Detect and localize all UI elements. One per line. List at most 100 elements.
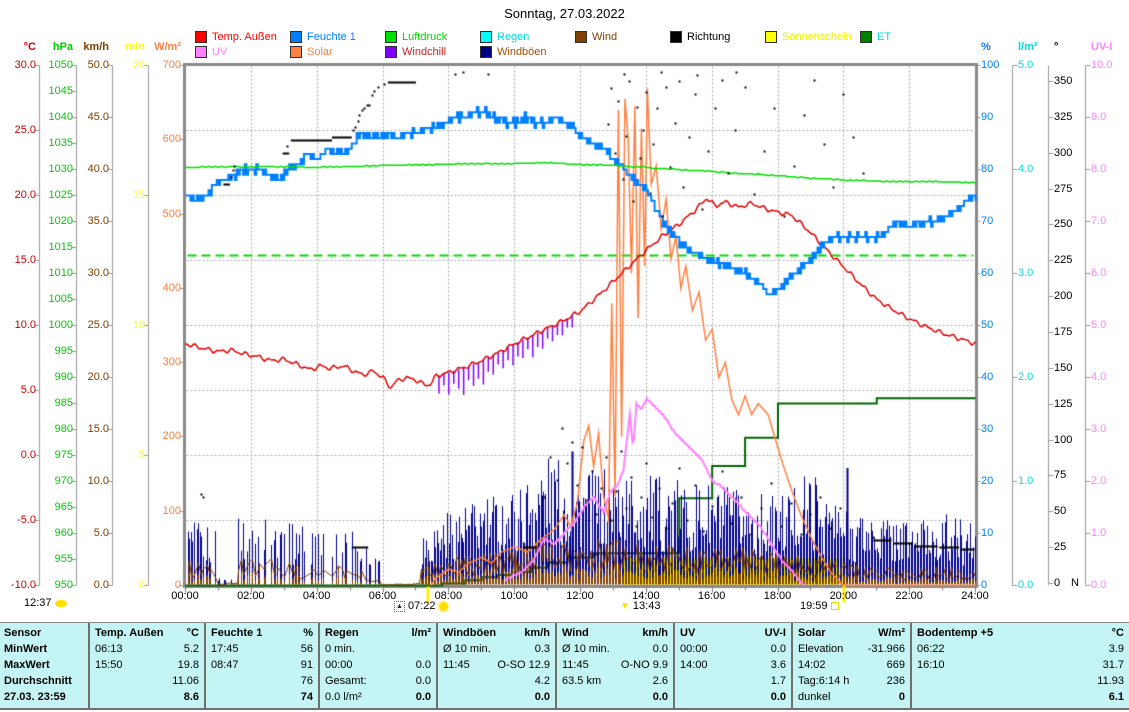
tick-label: 50 <box>981 319 993 331</box>
legend-color-swatch <box>480 46 492 58</box>
stat-time-label: Gesamt: <box>325 675 367 687</box>
stat-time-label: 14:00 <box>680 659 708 671</box>
tick-label: 25.0 <box>0 124 36 136</box>
stats-column-uv: UVUV-I00:000.014:003.61.70.0 <box>673 623 791 708</box>
stat-row-cur: 8.6 <box>90 689 204 705</box>
legend-item-label: Temp. Außen <box>212 31 277 43</box>
tick-label: 250 <box>1054 218 1072 230</box>
moonrise-annotation: 12:37 <box>24 597 67 609</box>
stat-row-cur: dunkel0 <box>793 689 910 705</box>
legend-item-label: UV <box>212 46 227 58</box>
axis-unit-deg: ° <box>1054 41 1058 53</box>
stat-row-min: Ø 10 min.0.0 <box>557 641 673 657</box>
tick-label: 995 <box>21 345 73 357</box>
stat-value: 0.0 <box>416 691 431 703</box>
stat-value: 19.8 <box>178 659 199 671</box>
stats-column-regen: Regenl/m²0 min.00:000.0Gesamt:0.00.0 l/m… <box>318 623 436 708</box>
x-tick-label: 16:00 <box>690 590 734 602</box>
stat-row-label: Durchschnitt <box>0 673 88 689</box>
stat-row-avg: 63.5 km2.6 <box>557 673 673 689</box>
stat-row-label: MaxWert <box>0 657 88 673</box>
tick-label: 100 <box>129 505 181 517</box>
sunrise-time: 07:22 <box>408 600 436 612</box>
stat-value: O-NO 9.9 <box>621 659 668 671</box>
tick-label: 5.0 <box>1091 319 1106 331</box>
stat-title: Windböen <box>443 627 496 639</box>
stat-unit: % <box>303 627 313 639</box>
stats-column-windb-en: Windböenkm/hØ 10 min.0.311:45O-SO 12.94.… <box>436 623 555 708</box>
stat-header: SolarW/m² <box>793 625 910 641</box>
tick-label: 275 <box>1054 183 1072 195</box>
stat-value: 5.2 <box>184 643 199 655</box>
stat-row-max: 11:45O-NO 9.9 <box>557 657 673 673</box>
stat-row-max: 15:5019.8 <box>90 657 204 673</box>
tick-label: 2.0 <box>1091 475 1106 487</box>
stat-time-label: 0.0 l/m² <box>325 691 362 703</box>
tick-label: 20.0 <box>57 371 109 383</box>
stat-time-label: Elevation <box>798 643 843 655</box>
stat-row-avg: Gesamt: 0.0 <box>320 673 436 689</box>
tick-label: 0 <box>1054 577 1060 589</box>
tick-label: 40.0 <box>57 163 109 175</box>
stats-column-feuchte-1: Feuchte 1%17:455608:47917674 <box>204 623 318 708</box>
legend-color-swatch <box>575 31 587 43</box>
tick-label: 1.0 <box>1018 475 1033 487</box>
page-title: Sonntag, 27.03.2022 <box>0 6 1129 21</box>
legend-item-label: Regen <box>497 31 529 43</box>
legend-item-feuchte-1: Feuchte 1 <box>290 31 356 43</box>
axis-unit-UV-I: UV-I <box>1091 41 1112 53</box>
stat-value: 2.6 <box>653 675 668 687</box>
stat-unit: °C <box>1112 627 1124 639</box>
legend-item-label: ET <box>877 31 891 43</box>
x-tick-label: 12:00 <box>558 590 602 602</box>
stat-time-label: 06:13 <box>95 643 123 655</box>
sunset-annotation: 19:59 <box>800 600 839 612</box>
x-tick-label: 24:00 <box>953 590 997 602</box>
moonset-annotation: ▼ 13:43 <box>620 600 660 612</box>
stat-time-label: dunkel <box>798 691 830 703</box>
stat-value: -31.966 <box>868 643 905 655</box>
stat-value: 0.0 <box>535 691 550 703</box>
stat-value: 56 <box>301 643 313 655</box>
stat-value: 0.0 <box>653 643 668 655</box>
legend-item-windb-en: Windböen <box>480 46 547 58</box>
x-tick-label: 00:00 <box>163 590 207 602</box>
stat-row-max: 16:1031.7 <box>912 657 1129 673</box>
stat-unit: UV-I <box>765 627 786 639</box>
stat-row-label: MinWert <box>0 641 88 657</box>
stat-time-label: 0 min. <box>325 643 355 655</box>
tick-label: 125 <box>1054 398 1072 410</box>
tick-label: 25 <box>1054 541 1066 553</box>
tick-label: 1.0 <box>1091 527 1106 539</box>
tick-label: 60 <box>981 267 993 279</box>
legend-color-swatch <box>480 31 492 43</box>
legend-item-label: Feuchte 1 <box>307 31 356 43</box>
axis-unit-l/m²: l/m² <box>1018 41 1038 53</box>
sunset-time: 19:59 <box>800 600 828 612</box>
stat-row-avg: Tag:6:14 h236 <box>793 673 910 689</box>
tick-label: 300 <box>1054 147 1072 159</box>
stat-unit: km/h <box>642 627 668 639</box>
tick-label: 45.0 <box>57 111 109 123</box>
tick-label: 150 <box>1054 362 1072 374</box>
legend-color-swatch <box>385 46 397 58</box>
tick-label: 1035 <box>21 137 73 149</box>
stat-value: 74 <box>301 691 313 703</box>
stat-row-avg: 76 <box>206 673 318 689</box>
stat-value: 1.7 <box>771 675 786 687</box>
stat-unit: km/h <box>524 627 550 639</box>
tick-label: 1045 <box>21 85 73 97</box>
tick-label: 600 <box>129 133 181 145</box>
stat-time-label: 00:00 <box>680 643 708 655</box>
tick-label: 975 <box>21 449 73 461</box>
legend-color-swatch <box>765 31 777 43</box>
stat-header: Bodentemp +5°C <box>912 625 1129 641</box>
axis-unit-W/m²: W/m² <box>129 41 181 53</box>
tick-label: 15.0 <box>57 423 109 435</box>
tick-label: 955 <box>21 553 73 565</box>
stat-value: 0.0 <box>771 643 786 655</box>
stat-value: 0.0 <box>416 675 431 687</box>
x-tick-label: 04:00 <box>295 590 339 602</box>
legend-color-swatch <box>195 31 207 43</box>
tick-label: 35.0 <box>57 215 109 227</box>
